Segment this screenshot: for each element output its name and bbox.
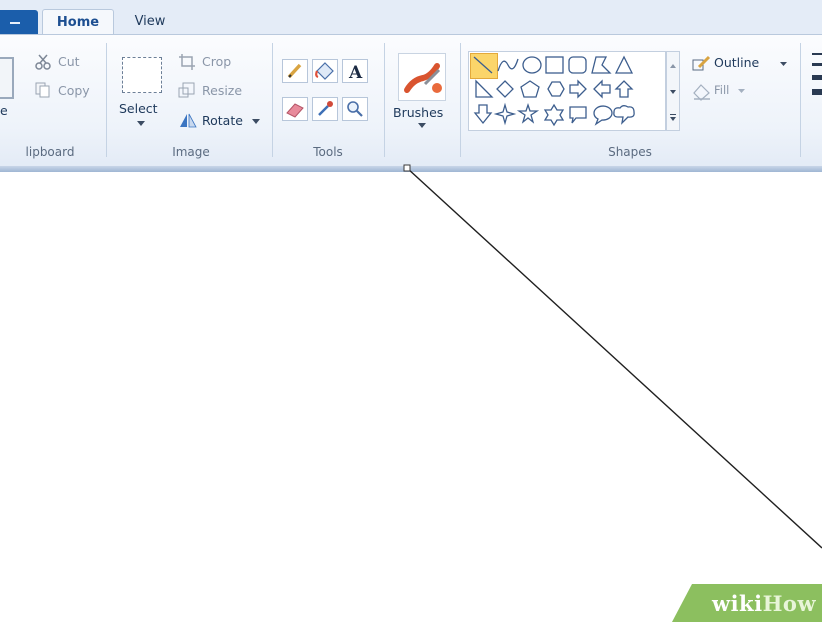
watermark-wiki: wiki: [712, 591, 763, 616]
line-handle[interactable]: [403, 164, 411, 172]
wikihow-watermark: wikiHow: [672, 584, 822, 622]
watermark-how: How: [762, 591, 817, 616]
canvas-line-overlay: [403, 164, 822, 549]
watermark-text: wikiHow: [712, 591, 816, 616]
drawn-line: [406, 167, 822, 549]
